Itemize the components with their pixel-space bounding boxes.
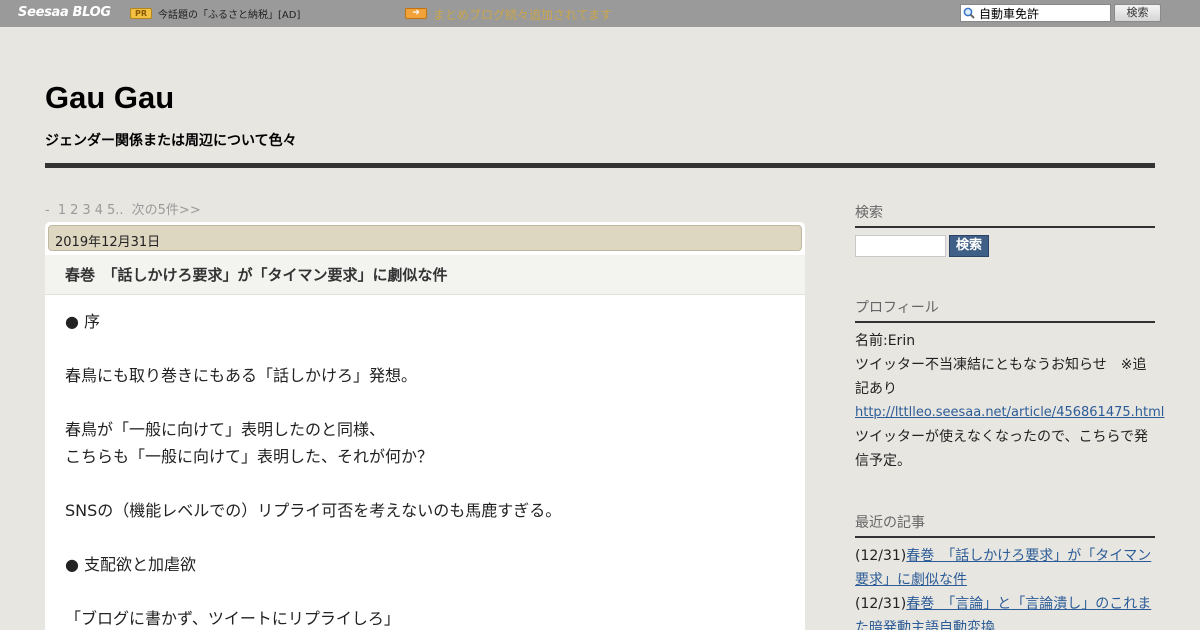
search-icon <box>963 7 975 19</box>
sidebar-recent-heading: 最近の記事 <box>855 512 1155 538</box>
sidebar-search-heading: 検索 <box>855 202 1155 228</box>
profile-notice: ツイッター不当凍結にともなうお知らせ ※追記あり <box>855 357 1147 397</box>
pager-page-5[interactable]: 5.. <box>107 203 124 218</box>
blog-description: ジェンダー関係または周辺について色々 <box>45 133 297 149</box>
profile-note: ツイッターが使えなくなったので、こちらで発信予定。 <box>855 429 1149 469</box>
article: 2019年12月31日 春巻 「話しかけろ要求」が「タイマン要求」に劇似な件 ●… <box>45 222 805 630</box>
sidebar-search-button[interactable]: 検索 <box>949 235 989 257</box>
blog-title[interactable]: Gau Gau <box>45 80 174 116</box>
recent-article-date: (12/31) <box>855 548 907 564</box>
profile-link[interactable]: http://lttlleo.seesaa.net/article/456861… <box>855 401 1164 425</box>
profile-section: 名前:Erin ツイッター不当凍結にともなうお知らせ ※追記あり http://… <box>855 329 1164 473</box>
top-search-input[interactable] <box>979 5 1109 21</box>
logo-blog-text: BLOG <box>72 5 111 20</box>
profile-name: 名前:Erin <box>855 333 916 349</box>
article-text-line: ● 支配欲と加虐欲 <box>65 555 197 574</box>
article-date: 2019年12月31日 <box>55 235 161 250</box>
article-text-line: ● 序 <box>65 312 101 331</box>
seesaa-blog-logo[interactable]: Seesaa BLOG <box>18 5 111 20</box>
pr-badge: PR <box>130 8 152 19</box>
pager-page-4[interactable]: 4 <box>95 203 103 218</box>
top-search-button[interactable]: 検索 <box>1114 4 1161 22</box>
sidebar-profile-heading: プロフィール <box>855 297 1155 323</box>
recent-article-date: (12/31) <box>855 596 907 612</box>
top-search-box[interactable] <box>960 4 1111 22</box>
recent-article-item: (12/31)春巻 「話しかけろ要求」が「タイマン要求」に劇似な件 <box>855 544 1155 592</box>
pagination: - 1 2 3 4 5.. 次の5件>> <box>45 199 205 218</box>
top-bar: Seesaa BLOG PR 今話題の「ふるさと納税」[AD] ➜ まとめブログ続… <box>0 0 1200 27</box>
recent-articles-list: (12/31)春巻 「話しかけろ要求」が「タイマン要求」に劇似な件 (12/31… <box>855 544 1155 630</box>
article-title-link[interactable]: 春巻 「話しかけろ要求」が「タイマン要求」に劇似な件 <box>65 264 448 285</box>
header-divider <box>45 163 1155 168</box>
ticker-link[interactable]: まとめブログ続々追加されてます <box>433 6 612 23</box>
pager-next-link[interactable]: 次の5件>> <box>132 203 201 218</box>
article-text-line: 春鳥が「一般に向けて」表明したのと同様、 <box>65 420 386 439</box>
logo-seesaa-text: Seesaa <box>18 5 69 20</box>
article-text-line: SNSの（機能レベルでの）リプライ可否を考えないのも馬鹿すぎる。 <box>65 501 562 520</box>
sidebar-search-input[interactable] <box>855 235 946 257</box>
pager-prefix: - <box>45 203 50 218</box>
article-date-bar: 2019年12月31日 <box>48 225 802 251</box>
recent-article-item: (12/31)春巻 「言論」と「言論潰し」のこれまた暗発動主語自動変換 <box>855 592 1155 630</box>
article-title-bar: 春巻 「話しかけろ要求」が「タイマン要求」に劇似な件 <box>45 255 805 295</box>
pr-ad-link[interactable]: 今話題の「ふるさと納税」[AD] <box>158 6 300 21</box>
arrow-right-icon: ➜ <box>405 8 427 19</box>
article-text-line: こちらも「一般に向けて」表明した、それが何か？ <box>65 447 434 466</box>
pager-page-2[interactable]: 2 <box>70 203 78 218</box>
article-text-line: 「ブログに書かず、ツイートにリプライしろ」 <box>65 609 400 628</box>
article-text-line: 春鳥にも取り巻きにもある「話しかけろ」発想。 <box>65 366 418 385</box>
pager-page-1[interactable]: 1 <box>58 203 66 218</box>
pager-page-3[interactable]: 3 <box>82 203 90 218</box>
